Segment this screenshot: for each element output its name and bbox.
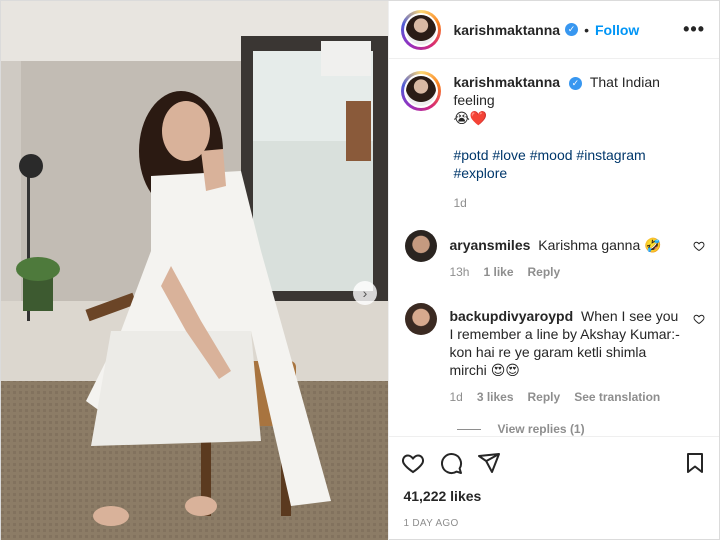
comment-item: backupdivyaroypd When I see you I rememb… [401,303,705,406]
comments-section: karishmaktanna ✓ That Indian feeling 😭❤️… [389,59,719,436]
verified-icon: ✓ [565,23,579,36]
bookmark-icon[interactable] [683,451,707,475]
caption-hashtags[interactable]: #potd #love #mood #instagram #explore [453,146,683,182]
view-replies-button[interactable]: View replies (1) [457,422,705,436]
comment-emoji: 😍😍 [490,363,520,379]
view-replies-label: View replies (1) [497,422,585,436]
post-photo[interactable]: › [1,1,389,540]
carousel-next-button[interactable]: › [353,281,377,305]
post-date[interactable]: 1 DAY AGO [389,510,719,529]
heart-icon[interactable] [693,313,705,325]
comment-username[interactable]: backupdivyaroypd [449,308,573,324]
commenter-avatar[interactable] [405,303,438,335]
caption: karishmaktanna ✓ That Indian feeling 😭❤️… [401,71,705,212]
caption-author-avatar[interactable] [401,71,442,111]
comment-text: Karishma ganna [538,237,641,253]
comment-likes[interactable]: 1 like [483,263,513,281]
share-icon[interactable] [477,451,501,475]
comment-icon[interactable] [439,451,463,475]
commenter-avatar[interactable] [405,230,438,262]
comment-emoji: 🤣 [644,238,662,254]
comment-item: aryansmiles Karishma ganna 🤣 13h 1 like … [401,230,705,281]
likes-count[interactable]: 41,222 likes [389,488,719,510]
caption-emoji: 😭❤️ [453,111,488,127]
action-bar [389,436,719,488]
caption-author[interactable]: karishmaktanna [453,74,560,90]
heart-icon[interactable] [401,451,425,475]
photo-illustration [1,1,389,540]
reply-button[interactable]: Reply [528,263,561,281]
reply-button[interactable]: Reply [528,388,561,406]
follow-button[interactable]: Follow [595,22,639,38]
post-sidebar: karishmaktanna ✓ • Follow ••• karishmakt… [388,1,719,540]
comment-time[interactable]: 13h [449,263,469,281]
comment-time[interactable]: 1d [449,388,462,406]
author-username[interactable]: karishmaktanna [453,22,560,38]
chevron-right-icon: › [362,285,368,301]
separator-dot: • [584,21,589,38]
heart-icon[interactable] [693,240,705,252]
author-avatar[interactable] [401,9,442,50]
verified-icon: ✓ [568,76,582,90]
more-icon[interactable]: ••• [683,19,705,40]
comment-username[interactable]: aryansmiles [449,237,530,253]
replies-line [457,428,482,430]
comment-likes[interactable]: 3 likes [477,388,514,406]
post-header: karishmaktanna ✓ • Follow ••• [389,1,719,59]
instagram-post: › karishmaktanna ✓ • Follow ••• karishma… [0,0,720,540]
caption-time[interactable]: 1d [453,194,466,212]
see-translation-button[interactable]: See translation [574,388,660,406]
